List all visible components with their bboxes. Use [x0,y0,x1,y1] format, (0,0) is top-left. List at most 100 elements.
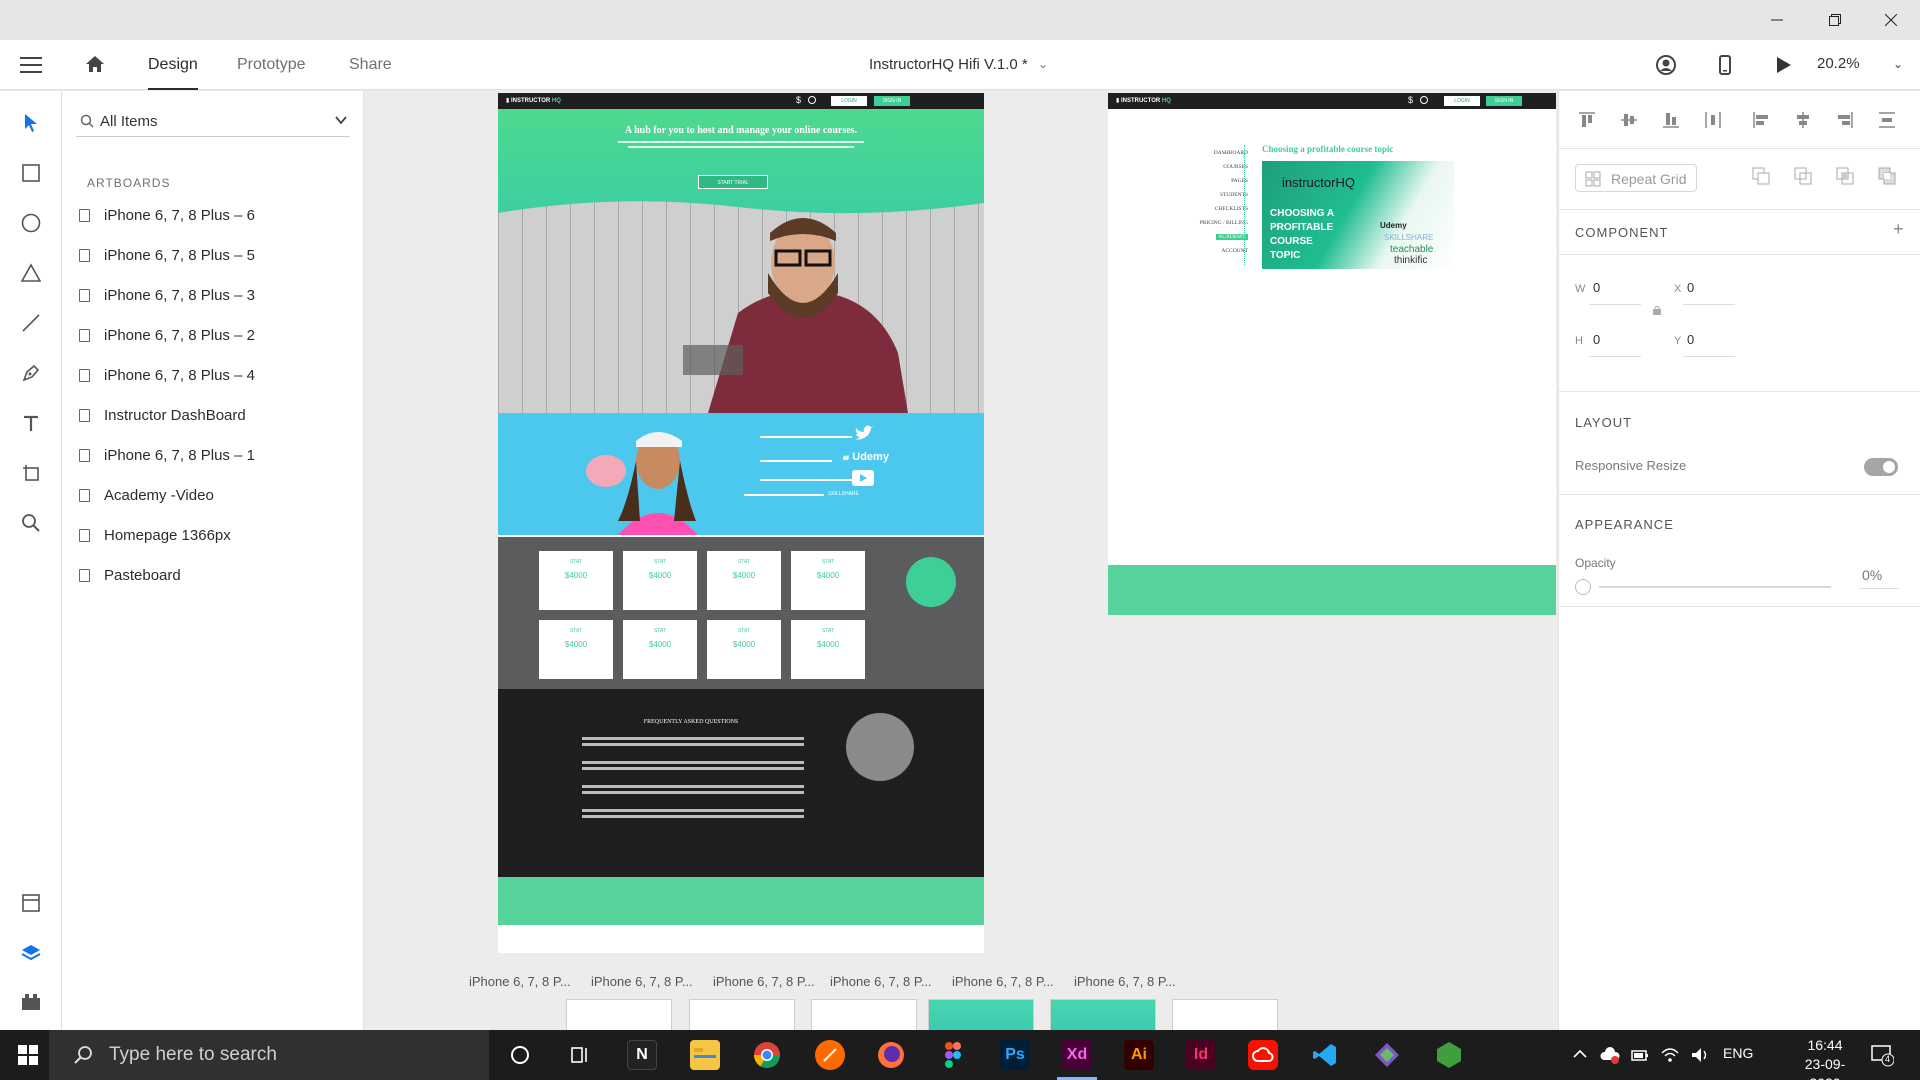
user-avatar-icon[interactable] [1655,54,1677,76]
document-title[interactable]: InstructorHQ Hifi V.1.0 * [869,56,1028,73]
ellipse-tool-icon[interactable] [19,211,43,235]
vscode-icon[interactable] [1310,1040,1340,1070]
align-right-icon[interactable] [1835,110,1855,130]
y-field[interactable]: 0 [1687,332,1694,347]
align-bottom-icon[interactable] [1661,110,1681,130]
pen-tool-icon[interactable] [19,361,43,385]
select-tool-icon[interactable] [19,111,43,135]
minimize-icon[interactable] [1748,0,1806,40]
figma-icon[interactable] [938,1040,968,1070]
height-field[interactable]: 0 [1593,332,1600,347]
boolean-subtract-icon[interactable] [1793,166,1813,186]
artboard-item[interactable]: iPhone 6, 7, 8 Plus – 6 [76,200,346,230]
artboard-tool-icon[interactable] [19,461,43,485]
brave-browser-icon[interactable] [815,1040,845,1070]
creative-cloud-icon[interactable] [1248,1040,1278,1070]
photoshop-icon[interactable]: Ps [1000,1040,1030,1070]
play-icon[interactable] [1772,54,1794,76]
artboard-thumbnail[interactable] [1050,999,1156,1030]
notification-center-icon[interactable]: 4 [1870,1043,1895,1067]
notion-icon[interactable]: N [627,1040,657,1070]
artboard-item[interactable]: Instructor DashBoard [76,400,346,430]
polygon-tool-icon[interactable] [19,261,43,285]
artboard-item[interactable]: iPhone 6, 7, 8 Plus – 3 [76,280,346,310]
x-field[interactable]: 0 [1687,280,1694,295]
windows-start-icon[interactable] [18,1045,38,1065]
rectangle-tool-icon[interactable] [19,161,43,185]
restore-icon[interactable] [1806,0,1864,40]
opacity-value[interactable]: 0% [1862,567,1882,583]
repeat-grid-button[interactable]: Repeat Grid [1575,164,1697,192]
artboard-homepage[interactable]: ▮ INSTRUCTOR HQ $ LOGIN SIGN IN A hub fo… [498,93,984,953]
chevron-up-icon[interactable] [1572,1046,1588,1062]
layout-section-label: LAYOUT [1575,415,1633,430]
artboard-item[interactable]: iPhone 6, 7, 8 Plus – 4 [76,360,346,390]
adobe-xd-icon[interactable]: Xd [1062,1040,1092,1070]
layers-search-input[interactable] [100,111,310,131]
illustrator-icon[interactable]: Ai [1124,1040,1154,1070]
design-canvas[interactable]: ▮ INSTRUCTOR HQ $ LOGIN SIGN IN A hub fo… [364,91,1558,1030]
artboard-thumbnail[interactable] [928,999,1034,1030]
cloud-sync-icon[interactable] [1600,1045,1620,1065]
git-client-icon[interactable] [1372,1040,1402,1070]
taskbar-search-box[interactable]: Type here to search [49,1030,489,1080]
pasteboard-item[interactable]: Pasteboard [76,560,346,590]
zoom-level[interactable]: 20.2% [1817,55,1860,72]
home-icon[interactable] [84,53,106,75]
artboard-item[interactable]: Homepage 1366px [76,520,346,550]
artboard-thumbnail[interactable] [566,999,672,1030]
plugins-icon[interactable] [20,990,42,1012]
node-icon[interactable] [1434,1040,1464,1070]
artboard-item[interactable]: Academy -Video [76,480,346,510]
artboard-item[interactable]: iPhone 6, 7, 8 Plus – 2 [76,320,346,350]
opacity-slider-track[interactable] [1599,586,1831,588]
add-component-icon[interactable]: + [1893,219,1904,240]
boolean-exclude-icon[interactable] [1877,166,1897,186]
chevron-down-icon[interactable]: ⌄ [1038,57,1048,71]
battery-icon[interactable] [1630,1045,1650,1065]
artboard-thumbnail[interactable] [811,999,917,1030]
artboard-instructor-dashboard[interactable]: ▮ INSTRUCTOR HQ $ LOGIN SIGN IN DASHBOAR… [1108,93,1556,615]
artboard-thumbnail[interactable] [689,999,795,1030]
align-left-icon[interactable] [1751,110,1771,130]
align-center-icon[interactable] [1793,110,1813,130]
hamburger-menu-icon[interactable] [20,57,42,73]
tab-design[interactable]: Design [148,56,198,90]
width-field[interactable]: 0 [1593,280,1600,295]
chevron-down-icon[interactable] [334,113,348,127]
align-top-icon[interactable] [1577,110,1597,130]
artboard-icon [79,528,90,542]
tab-share[interactable]: Share [349,56,392,90]
indesign-icon[interactable]: Id [1186,1040,1216,1070]
device-preview-icon[interactable] [1714,54,1736,76]
distribute-vertical-icon[interactable] [1877,110,1897,130]
wifi-icon[interactable] [1660,1045,1680,1065]
line-tool-icon[interactable] [19,311,43,335]
clock[interactable]: 16:44 23-09-2020 [1790,1036,1860,1080]
artboard-thumbnail[interactable] [1172,999,1278,1030]
layers-filter[interactable] [76,105,350,137]
align-middle-icon[interactable] [1619,110,1639,130]
chevron-down-icon[interactable]: ⌄ [1893,57,1903,71]
close-icon[interactable] [1862,0,1920,40]
opacity-slider-knob[interactable] [1575,579,1591,595]
task-view-icon[interactable] [565,1040,595,1070]
layers-icon[interactable] [20,942,42,964]
file-explorer-icon[interactable] [690,1040,720,1070]
responsive-resize-toggle[interactable] [1864,458,1898,476]
artboard-item[interactable]: iPhone 6, 7, 8 Plus – 5 [76,240,346,270]
boolean-intersect-icon[interactable] [1835,166,1855,186]
cortana-icon[interactable] [505,1040,535,1070]
volume-icon[interactable] [1690,1045,1710,1065]
language-indicator[interactable]: ENG [1723,1045,1753,1061]
firefox-icon[interactable] [876,1040,906,1070]
chrome-icon[interactable] [752,1040,782,1070]
lock-aspect-icon[interactable] [1653,302,1661,315]
zoom-tool-icon[interactable] [19,511,43,535]
artboard-item[interactable]: iPhone 6, 7, 8 Plus – 1 [76,440,346,470]
distribute-horizontal-icon[interactable] [1703,110,1723,130]
tab-prototype[interactable]: Prototype [237,56,305,90]
text-tool-icon[interactable] [19,411,43,435]
boolean-add-icon[interactable] [1751,166,1771,186]
assets-icon[interactable] [20,892,42,914]
